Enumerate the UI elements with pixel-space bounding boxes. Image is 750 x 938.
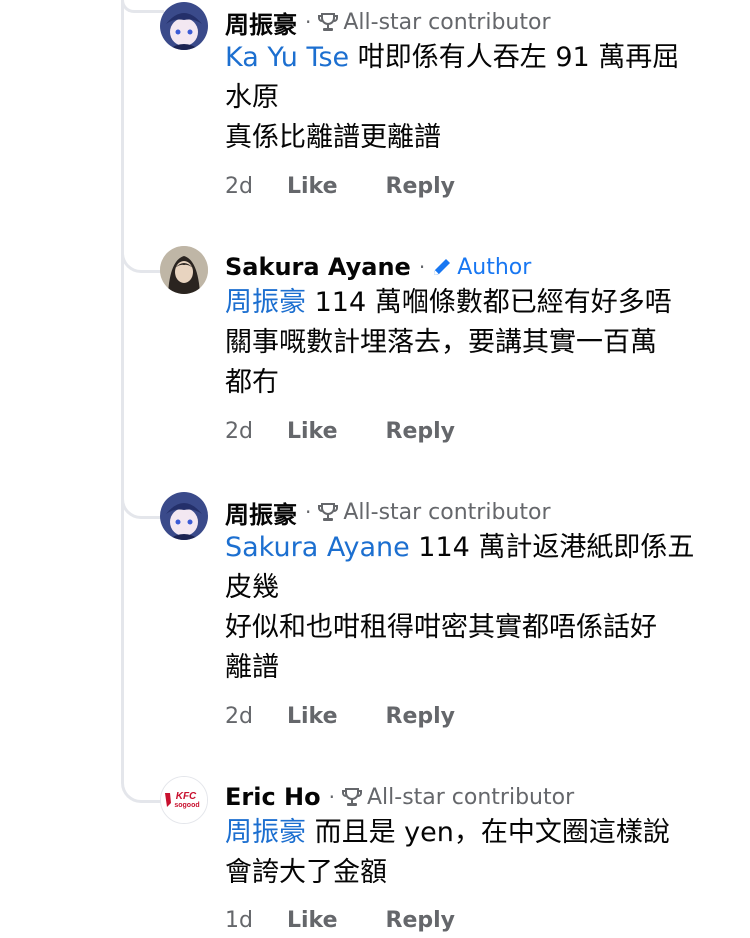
timestamp[interactable]: 2d <box>225 174 253 199</box>
comment-text: 周振豪 而且是 yen，在中文圈這樣說 會誇大了金額 <box>225 813 725 893</box>
comment-actions: 2d Like Reply <box>225 698 503 734</box>
comment-line: 水原 <box>225 82 279 113</box>
trophy-icon <box>318 13 339 31</box>
avatar[interactable] <box>160 246 208 294</box>
comment-text: Ka Yu Tse 咁即係有人吞左 91 萬再屈 水原 真係比離譜更離譜 <box>225 38 725 158</box>
author-name[interactable]: 周振豪 <box>225 495 297 530</box>
thread-connector <box>121 222 164 273</box>
comment-line: 真係比離譜更離譜 <box>225 122 441 153</box>
avatar[interactable] <box>160 492 208 540</box>
separator-dot: · <box>328 785 335 809</box>
comment-text-segment: 114 萬嗰條數都已經有好多唔 <box>306 287 672 318</box>
comment-line: 離譜 <box>225 652 279 683</box>
reply-button[interactable]: Reply <box>386 174 456 199</box>
thread-connector <box>121 752 164 803</box>
comment-text: 周振豪 114 萬嗰條數都已經有好多唔 關事嘅數計埋落去，要講其實一百萬 都冇 <box>225 283 725 403</box>
author-badge: Author <box>457 254 532 280</box>
like-button[interactable]: Like <box>287 704 338 729</box>
author-name[interactable]: 周振豪 <box>225 5 297 40</box>
avatar[interactable] <box>160 2 208 50</box>
reply-button[interactable]: Reply <box>386 419 456 444</box>
contributor-badge: All-star contributor <box>366 784 575 810</box>
comment-line: 皮幾 <box>225 572 279 603</box>
comment-line: 會誇大了金額 <box>225 857 387 888</box>
comment-line: Ka Yu Tse 咁即係有人吞左 91 萬再屈 <box>225 38 725 78</box>
comment-line: 都冇 <box>225 367 279 398</box>
comment-header: 周振豪 · All-star contributor <box>225 495 551 529</box>
comment-line: Sakura Ayane 114 萬計返港紙即係五 <box>225 528 725 568</box>
comment-text-segment: 114 萬計返港紙即係五 <box>409 532 695 563</box>
comment-header: 周振豪 · All-star contributor <box>225 5 551 39</box>
avatar[interactable]: KFC sogood <box>160 776 208 824</box>
thread-line <box>121 0 124 760</box>
reply-button[interactable]: Reply <box>386 704 456 729</box>
pencil-icon <box>434 259 451 275</box>
like-button[interactable]: Like <box>287 419 338 444</box>
comment-actions: 2d Like Reply <box>225 168 503 204</box>
like-button[interactable]: Like <box>287 174 338 199</box>
timestamp[interactable]: 2d <box>225 704 253 729</box>
comment-header: Eric Ho · All-star contributor <box>225 780 574 814</box>
thread-connector <box>121 0 164 13</box>
author-name[interactable]: Eric Ho <box>225 783 321 811</box>
comment-header: Sakura Ayane · Author <box>225 250 531 284</box>
comment-actions: 1d Like Reply <box>225 902 503 938</box>
separator-dot: · <box>418 255 426 279</box>
comment-actions: 2d Like Reply <box>225 413 503 449</box>
timestamp[interactable]: 1d <box>225 908 253 933</box>
comment-line: 好似和也咁租得咁密其實都唔係話好 <box>225 612 657 643</box>
trophy-icon <box>318 503 339 521</box>
separator-dot: · <box>305 500 312 524</box>
timestamp[interactable]: 2d <box>225 419 253 444</box>
author-name[interactable]: Sakura Ayane <box>225 253 411 281</box>
avatar-logo-subtext: sogood <box>174 802 199 809</box>
contributor-badge: All-star contributor <box>343 499 551 525</box>
avatar-logo-text: KFC <box>176 791 197 802</box>
mention-link[interactable]: Ka Yu Tse <box>225 42 349 73</box>
comment-line: 關事嘅數計埋落去，要講其實一百萬 <box>225 327 657 358</box>
mention-link[interactable]: 周振豪 <box>225 817 306 848</box>
separator-dot: · <box>305 10 312 34</box>
like-button[interactable]: Like <box>287 908 338 933</box>
reply-button[interactable]: Reply <box>386 908 456 933</box>
thread-connector <box>121 468 164 519</box>
comment-line: 周振豪 而且是 yen，在中文圈這樣說 <box>225 813 725 853</box>
trophy-icon <box>341 788 362 806</box>
contributor-badge: All-star contributor <box>343 9 551 35</box>
comment-text-segment: 而且是 yen，在中文圈這樣說 <box>306 817 670 848</box>
comment-line: 周振豪 114 萬嗰條數都已經有好多唔 <box>225 283 725 323</box>
comment-text: Sakura Ayane 114 萬計返港紙即係五 皮幾 好似和也咁租得咁密其實… <box>225 528 725 688</box>
comment-text-segment: 咁即係有人吞左 91 萬再屈 <box>349 42 680 73</box>
mention-link[interactable]: Sakura Ayane <box>225 532 410 563</box>
mention-link[interactable]: 周振豪 <box>225 287 306 318</box>
